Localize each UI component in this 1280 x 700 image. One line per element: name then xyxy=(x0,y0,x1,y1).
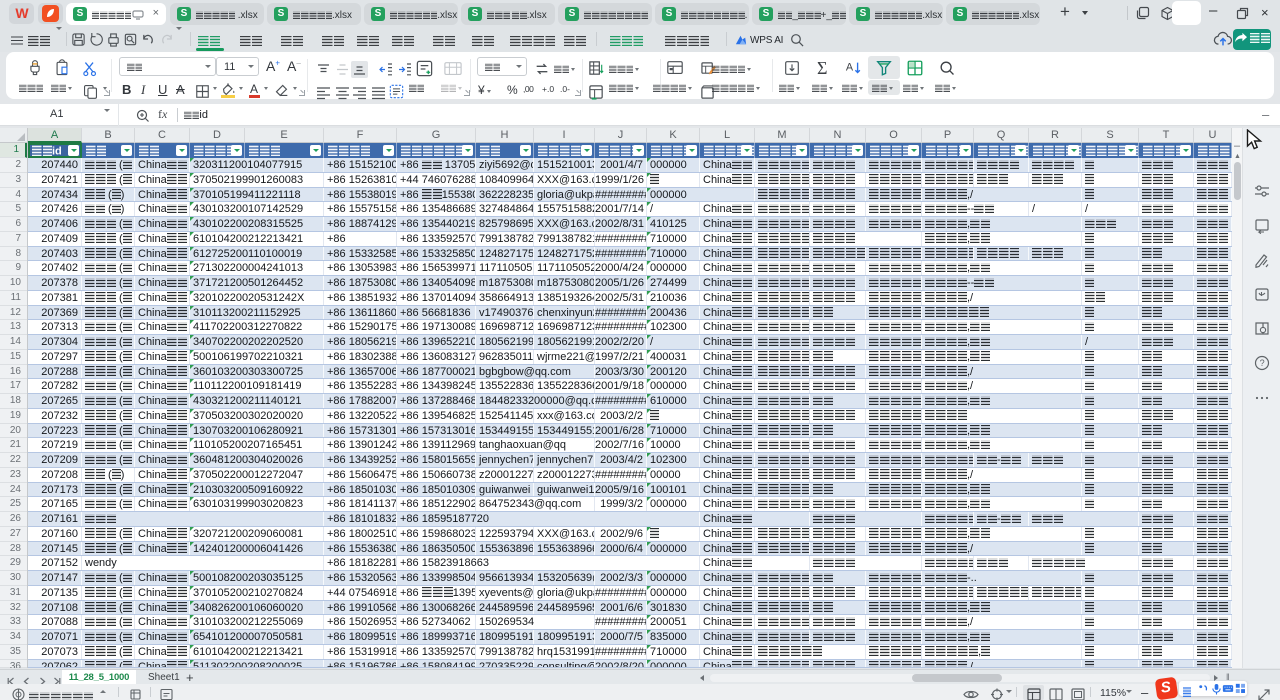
svg-text:?: ? xyxy=(1260,358,1265,368)
svg-text:A: A xyxy=(846,62,854,74)
